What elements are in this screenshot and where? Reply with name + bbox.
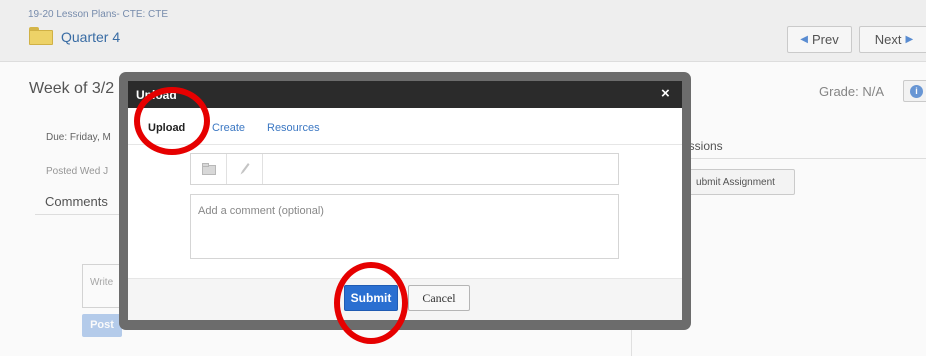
divider [128, 144, 682, 145]
attach-icon[interactable] [227, 154, 263, 184]
upload-dialog-body: Upload × Upload Create Resources Add a c… [128, 81, 682, 320]
comment-textarea[interactable]: Add a comment (optional) [190, 194, 619, 259]
comment-placeholder: Add a comment (optional) [198, 205, 324, 217]
folder-icon[interactable] [191, 154, 227, 184]
annotation-circle-upload [134, 87, 210, 155]
tab-resources[interactable]: Resources [267, 122, 320, 134]
tab-create[interactable]: Create [212, 122, 245, 134]
file-upload-field[interactable] [190, 153, 619, 185]
cancel-button[interactable]: Cancel [408, 285, 470, 311]
dialog-header: Upload × [128, 81, 682, 108]
close-icon[interactable]: × [661, 85, 670, 102]
dialog-tabs: Upload Create Resources [128, 108, 682, 145]
annotation-circle-submit [334, 262, 408, 344]
